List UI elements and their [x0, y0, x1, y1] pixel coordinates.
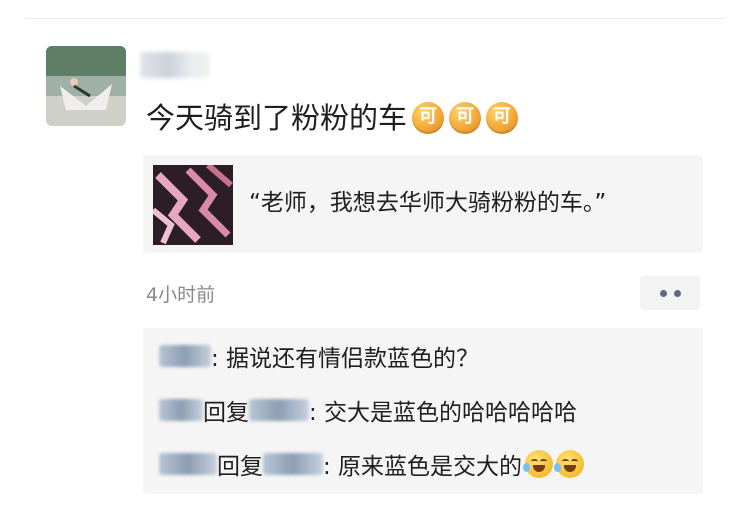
- reply-label: 回复: [217, 454, 263, 480]
- username-blurred: [140, 52, 210, 78]
- ke-emoji-icon: 可: [449, 102, 482, 134]
- ke-emoji-icon: 可: [486, 102, 519, 134]
- top-divider: [26, 18, 724, 19]
- comment-item[interactable]: 回复 : 原来蓝色是交大的: [159, 444, 585, 484]
- comment-text: : 交大是蓝色的哈哈哈哈哈: [309, 400, 578, 426]
- reply-target-name-blurred[interactable]: [263, 453, 323, 475]
- avatar[interactable]: [46, 46, 126, 126]
- more-options-button[interactable]: [640, 276, 700, 310]
- comment-text: : 据说还有情侣款蓝色的？: [211, 346, 480, 372]
- post-content: 今天骑到了粉粉的车 可 可 可: [146, 98, 519, 138]
- shared-link-thumbnail: [153, 165, 233, 245]
- comments-section: : 据说还有情侣款蓝色的？ 回复 : 交大是蓝色的哈哈哈哈哈 回复 : 原来蓝色…: [143, 328, 703, 494]
- reply-label: 回复: [203, 400, 249, 426]
- comment-text: : 原来蓝色是交大的: [323, 454, 523, 480]
- post-timestamp: 4小时前: [146, 284, 216, 306]
- dot-icon: [659, 289, 667, 297]
- dot-icon: [673, 289, 681, 297]
- comment-item[interactable]: 回复 : 交大是蓝色的哈哈哈哈哈: [159, 390, 577, 430]
- ke-emoji-icon: 可: [412, 102, 445, 134]
- post-text: 今天骑到了粉粉的车: [146, 101, 408, 135]
- shared-link-card[interactable]: “老师，我想去华师大骑粉粉的车。”: [143, 155, 703, 253]
- commenter-name-blurred[interactable]: [159, 453, 217, 475]
- commenter-name-blurred[interactable]: [159, 345, 211, 367]
- shared-link-title: “老师，我想去华师大骑粉粉的车。”: [249, 190, 607, 216]
- commenter-name-blurred[interactable]: [159, 399, 203, 421]
- comment-item[interactable]: : 据说还有情侣款蓝色的？: [159, 336, 479, 376]
- laugh-cry-emoji-icon: [523, 450, 554, 478]
- reply-target-name-blurred[interactable]: [249, 399, 309, 421]
- laugh-cry-emoji-icon: [554, 450, 585, 478]
